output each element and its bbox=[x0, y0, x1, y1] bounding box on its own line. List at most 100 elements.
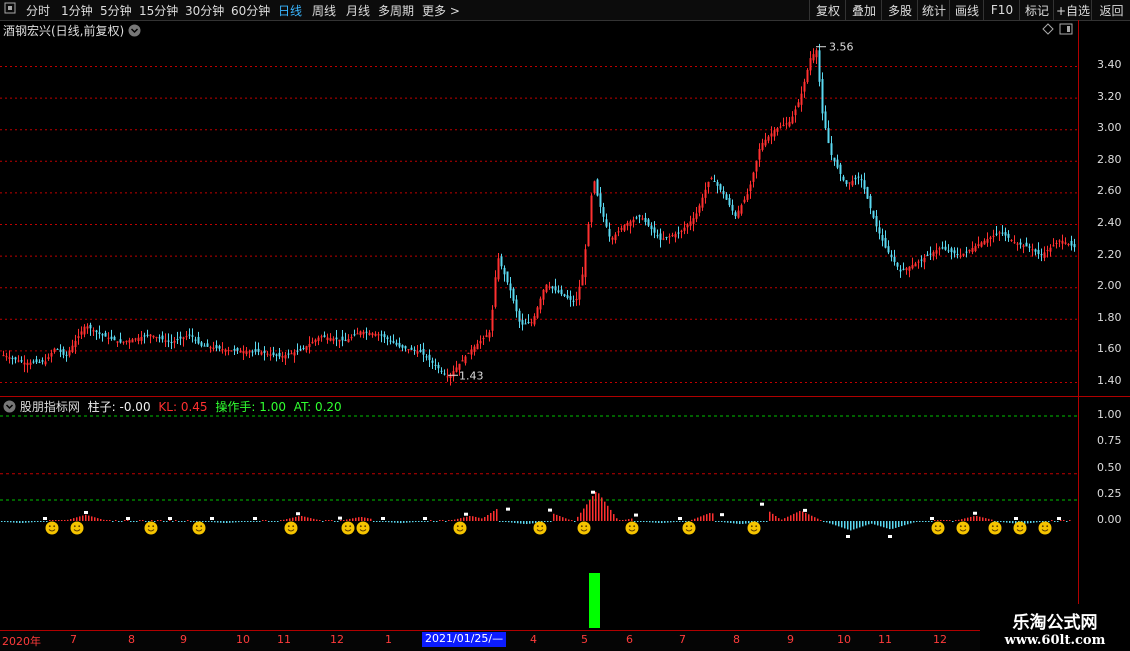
candle-body bbox=[110, 336, 113, 339]
candle-body bbox=[464, 356, 467, 364]
date-axis[interactable]: 2020年 7 8 9 10 11 12 1 2021/01/25/— 4 5 … bbox=[0, 630, 1130, 651]
zhuzi-bar bbox=[1057, 521, 1059, 522]
marker-square bbox=[548, 508, 552, 512]
tab-30min[interactable]: 30分钟 bbox=[185, 2, 224, 19]
tab-weekly[interactable]: 周线 bbox=[312, 2, 336, 19]
candle-body bbox=[722, 191, 725, 195]
candle-body bbox=[743, 199, 746, 203]
zhuzi-bar bbox=[367, 518, 369, 521]
statistics-button[interactable]: 统计 bbox=[917, 0, 950, 20]
zhuzi-bar bbox=[742, 521, 744, 524]
back-button[interactable]: 返回 bbox=[1091, 0, 1130, 20]
indicator-chart[interactable] bbox=[0, 397, 1078, 630]
overlay-button[interactable]: 叠加 bbox=[845, 0, 882, 20]
zhuzi-bar bbox=[127, 520, 129, 521]
tab-5min[interactable]: 5分钟 bbox=[100, 2, 132, 19]
candlestick-chart[interactable]: 3.56 1.43 bbox=[0, 38, 1078, 396]
main-chart-title[interactable]: 酒钢宏兴(日线,前复权) bbox=[3, 22, 141, 40]
f10-button[interactable]: F10 bbox=[983, 0, 1020, 20]
zhuzi-bar bbox=[445, 521, 447, 522]
zhuzi-bar bbox=[772, 513, 774, 521]
zhuzi-bar bbox=[298, 516, 300, 521]
smiley-eye bbox=[461, 525, 464, 528]
zhuzi-bar bbox=[79, 516, 81, 521]
zhuzi-bar bbox=[451, 520, 453, 521]
candle-body bbox=[317, 337, 320, 341]
smiley-eye bbox=[1021, 525, 1024, 528]
zhuzi-bar bbox=[568, 519, 570, 521]
candle-body bbox=[215, 345, 218, 349]
candle-body bbox=[878, 227, 881, 234]
tab-monthly[interactable]: 月线 bbox=[346, 2, 370, 19]
candle-body bbox=[185, 336, 188, 338]
diamond-icon[interactable] bbox=[1042, 23, 1054, 38]
zhuzi-bar bbox=[526, 521, 528, 525]
candle-body bbox=[575, 298, 578, 301]
zhuzi-bar bbox=[157, 520, 159, 521]
tab-60min[interactable]: 60分钟 bbox=[231, 2, 270, 19]
marker-square bbox=[506, 507, 510, 511]
tab-15min[interactable]: 15分钟 bbox=[139, 2, 178, 19]
panel-toggle-icon[interactable] bbox=[1059, 23, 1073, 38]
tab-more[interactable]: 更多 > bbox=[422, 2, 460, 19]
zhuzi-bar bbox=[469, 515, 471, 521]
add-watchlist-button[interactable]: +自选 bbox=[1053, 0, 1092, 20]
candle-body bbox=[764, 139, 767, 146]
zhuzi-bar bbox=[385, 521, 387, 522]
draw-line-button[interactable]: 画线 bbox=[949, 0, 984, 20]
zhuzi-bar bbox=[1039, 521, 1041, 523]
candle-body bbox=[170, 341, 173, 343]
tab-daily[interactable]: 日线 bbox=[278, 2, 302, 19]
smiley-eye bbox=[287, 525, 290, 528]
candle-body bbox=[935, 250, 938, 254]
zhuzi-bar bbox=[361, 516, 363, 521]
smiley-face bbox=[956, 521, 970, 535]
zhuzi-bar bbox=[628, 519, 630, 521]
tab-1min[interactable]: 1分钟 bbox=[61, 2, 93, 19]
zhuzi-bar bbox=[358, 517, 360, 521]
smiley-eye bbox=[755, 525, 758, 528]
candle-body bbox=[230, 350, 233, 352]
zhuzi-bar bbox=[247, 521, 249, 522]
multi-stock-button[interactable]: 多股 bbox=[881, 0, 918, 20]
candle-body bbox=[281, 356, 284, 358]
candle-body bbox=[293, 352, 296, 356]
zhuzi-bar bbox=[337, 521, 339, 522]
smiley-eye bbox=[991, 525, 994, 528]
fuquan-button[interactable]: 复权 bbox=[809, 0, 846, 20]
zhuzi-bar bbox=[757, 521, 759, 523]
candle-body bbox=[224, 349, 227, 352]
smiley-eye bbox=[585, 525, 588, 528]
tab-fenshi[interactable]: 分时 bbox=[26, 2, 50, 19]
candle-body bbox=[644, 217, 647, 223]
zhuzi-bar bbox=[907, 521, 909, 525]
zhuzi-bar bbox=[16, 521, 18, 523]
toolbar-menu-icon[interactable] bbox=[4, 1, 16, 18]
candle-body bbox=[578, 286, 581, 300]
candle-body bbox=[1040, 254, 1043, 256]
watermark-url: www.60lt.com bbox=[1004, 633, 1106, 648]
candle-body bbox=[437, 364, 440, 369]
zhuzi-bar bbox=[886, 521, 888, 529]
candle-body bbox=[776, 128, 779, 132]
candle-body bbox=[845, 180, 848, 184]
zhuzi-bar bbox=[484, 516, 486, 521]
candle-body bbox=[287, 353, 290, 355]
candle-body bbox=[512, 288, 515, 301]
candle-body bbox=[122, 341, 125, 343]
zhuzi-bar bbox=[703, 515, 705, 521]
zhuzi-bar bbox=[436, 521, 438, 522]
candle-body bbox=[59, 349, 62, 352]
tab-multi-period[interactable]: 多周期 bbox=[378, 2, 414, 19]
candle-body bbox=[557, 290, 560, 293]
zhuzi-bar bbox=[418, 521, 420, 522]
mark-button[interactable]: 标记 bbox=[1019, 0, 1054, 20]
candle-body bbox=[11, 357, 14, 359]
zhuzi-bar bbox=[82, 515, 84, 521]
zhuzi-bar bbox=[214, 521, 216, 523]
zhuzi-bar bbox=[721, 521, 723, 523]
zhuzi-bar bbox=[937, 520, 939, 521]
candle-body bbox=[1028, 246, 1031, 248]
candle-body bbox=[305, 346, 308, 350]
indicator-tick-label: 0.75 bbox=[1097, 434, 1122, 448]
